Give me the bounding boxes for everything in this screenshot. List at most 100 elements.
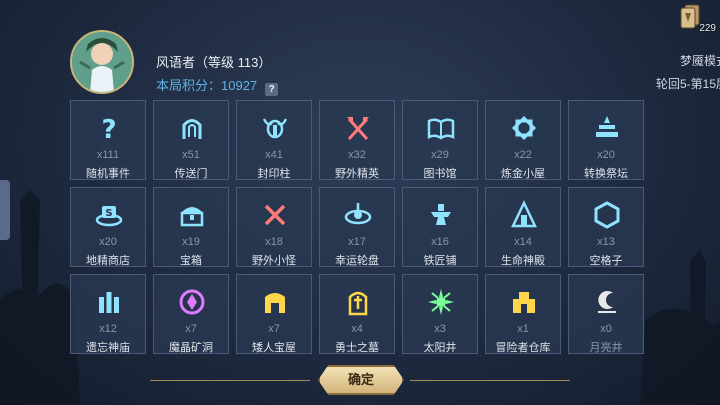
tile-label: 空格子: [589, 255, 623, 267]
tile-count: x7: [185, 323, 197, 335]
player-header: 风语者（等级 113） 本局积分：10927? 梦魇模式 轮回5-第15层: [70, 30, 720, 96]
alchemy-icon: [511, 115, 537, 141]
cycle-layer: 轮回5-第15层: [655, 77, 720, 91]
tile-count: x3: [434, 323, 446, 335]
tile-label: 宝箱: [180, 255, 202, 267]
tile-label: 转换祭坛: [584, 168, 628, 180]
help-button[interactable]: ?: [265, 83, 279, 96]
crossed-axes-icon: [347, 117, 369, 141]
tile-warehouse[interactable]: x1 冒险者仓库: [485, 274, 561, 354]
tile-count: x16: [431, 236, 449, 248]
tile-count: x41: [265, 149, 283, 161]
question-icon: ?: [101, 115, 116, 143]
tile-label: 月亮井: [589, 342, 623, 354]
tile-label: 遗忘神庙: [86, 342, 130, 354]
side-drawer-tab[interactable]: [0, 180, 10, 240]
dwarf-icon: [265, 293, 285, 313]
tile-label: 野外精英: [335, 168, 379, 180]
score-value: 10927: [221, 78, 258, 93]
player-name: 风语者（等级 113）: [156, 55, 272, 70]
book-icon: [427, 118, 455, 140]
player-avatar[interactable]: [70, 30, 134, 94]
tile-label: 随机事件: [86, 168, 130, 180]
tile-crystal-mine[interactable]: x7 魔晶矿洞: [153, 274, 229, 354]
moon-well-icon: [598, 291, 616, 313]
tile-count: x111: [96, 149, 120, 161]
tile-count: x4: [351, 323, 363, 335]
tile-count: x13: [597, 236, 615, 248]
tile-label: 生命神殿: [501, 255, 545, 267]
tile-label: 炼金小屋: [501, 168, 545, 180]
crossed-swords-icon: [264, 204, 286, 226]
tile-book[interactable]: x29 图书馆: [402, 100, 478, 180]
chest-icon: [180, 207, 204, 227]
wheel-icon: [344, 203, 372, 225]
tomb-icon: [348, 291, 368, 316]
tile-count: x7: [268, 323, 280, 335]
tile-wheel[interactable]: x17 幸运轮盘: [319, 187, 395, 267]
divider-right: [410, 380, 570, 381]
tile-count: x29: [431, 149, 449, 161]
svg-text:S: S: [105, 208, 112, 219]
tile-alchemy[interactable]: x22 炼金小屋: [485, 100, 561, 180]
tile-moon-well[interactable]: x0 月亮井: [568, 274, 644, 354]
tile-count: x14: [514, 236, 532, 248]
tile-label: 幸运轮盘: [335, 255, 379, 267]
tile-count: x20: [99, 236, 117, 248]
windrunner-portrait: [72, 32, 132, 92]
cards-icon: [680, 4, 700, 29]
tile-label: 传送门: [174, 168, 208, 180]
tile-label: 矮人宝屋: [252, 342, 296, 354]
tile-count: x32: [348, 149, 366, 161]
portal-icon: [182, 119, 202, 139]
tile-label: 地精商店: [86, 255, 130, 267]
tile-shrine[interactable]: x12 遗忘神庙: [70, 274, 146, 354]
temple-icon: [511, 200, 537, 228]
tile-label: 封印柱: [257, 168, 291, 180]
tile-label: 太阳井: [423, 342, 457, 354]
tile-count: x18: [265, 236, 283, 248]
confirm-bar: 确定: [150, 365, 570, 397]
tile-count: x19: [182, 236, 200, 248]
tile-hexagon[interactable]: x13 空格子: [568, 187, 644, 267]
tile-portal[interactable]: x51 传送门: [153, 100, 229, 180]
svg-text:?: ?: [101, 115, 116, 143]
shrine-icon: [99, 292, 119, 313]
tile-tomb[interactable]: x4 勇士之墓: [319, 274, 395, 354]
card-count: 229: [699, 23, 716, 34]
hexagon-icon: [594, 201, 620, 229]
tile-count: x17: [348, 236, 366, 248]
divider-left: [150, 380, 310, 381]
crystal-mine-icon: [179, 289, 205, 315]
tile-label: 勇士之墓: [335, 342, 379, 354]
tile-count: x0: [600, 323, 612, 335]
tile-chest[interactable]: x19 宝箱: [153, 187, 229, 267]
tile-label: 图书馆: [423, 168, 457, 180]
tile-altar[interactable]: x20 转换祭坛: [568, 100, 644, 180]
card-counter[interactable]: 229: [678, 4, 716, 34]
tile-label: 野外小怪: [252, 255, 296, 267]
tile-seal-pillar[interactable]: x41 封印柱: [236, 100, 312, 180]
confirm-button[interactable]: 确定: [318, 365, 404, 395]
sun-well-icon: [428, 289, 454, 315]
tile-count: x1: [517, 323, 529, 335]
warehouse-icon: [513, 292, 535, 313]
tile-anvil[interactable]: x16 铁匠铺: [402, 187, 478, 267]
difficulty-mode: 梦魇模式: [679, 54, 720, 68]
tile-sun-well[interactable]: x3 太阳井: [402, 274, 478, 354]
shop-icon: S: [95, 206, 123, 227]
tile-shop[interactable]: Sx20 地精商店: [70, 187, 146, 267]
tile-dwarf[interactable]: x7 矮人宝屋: [236, 274, 312, 354]
tile-crossed-axes[interactable]: x32 野外精英: [319, 100, 395, 180]
tile-count: x22: [514, 149, 532, 161]
score-line: 本局积分：10927?: [156, 75, 279, 96]
tile-crossed-swords[interactable]: x18 野外小怪: [236, 187, 312, 267]
tile-count: x12: [99, 323, 117, 335]
tile-label: 铁匠铺: [423, 255, 457, 267]
tile-question[interactable]: ? x111 随机事件: [70, 100, 146, 180]
tile-temple[interactable]: x14 生命神殿: [485, 187, 561, 267]
tile-count: x51: [182, 149, 200, 161]
tile-count: x20: [597, 149, 615, 161]
anvil-icon: [431, 204, 451, 225]
score-label: 本局积分：: [156, 78, 222, 93]
